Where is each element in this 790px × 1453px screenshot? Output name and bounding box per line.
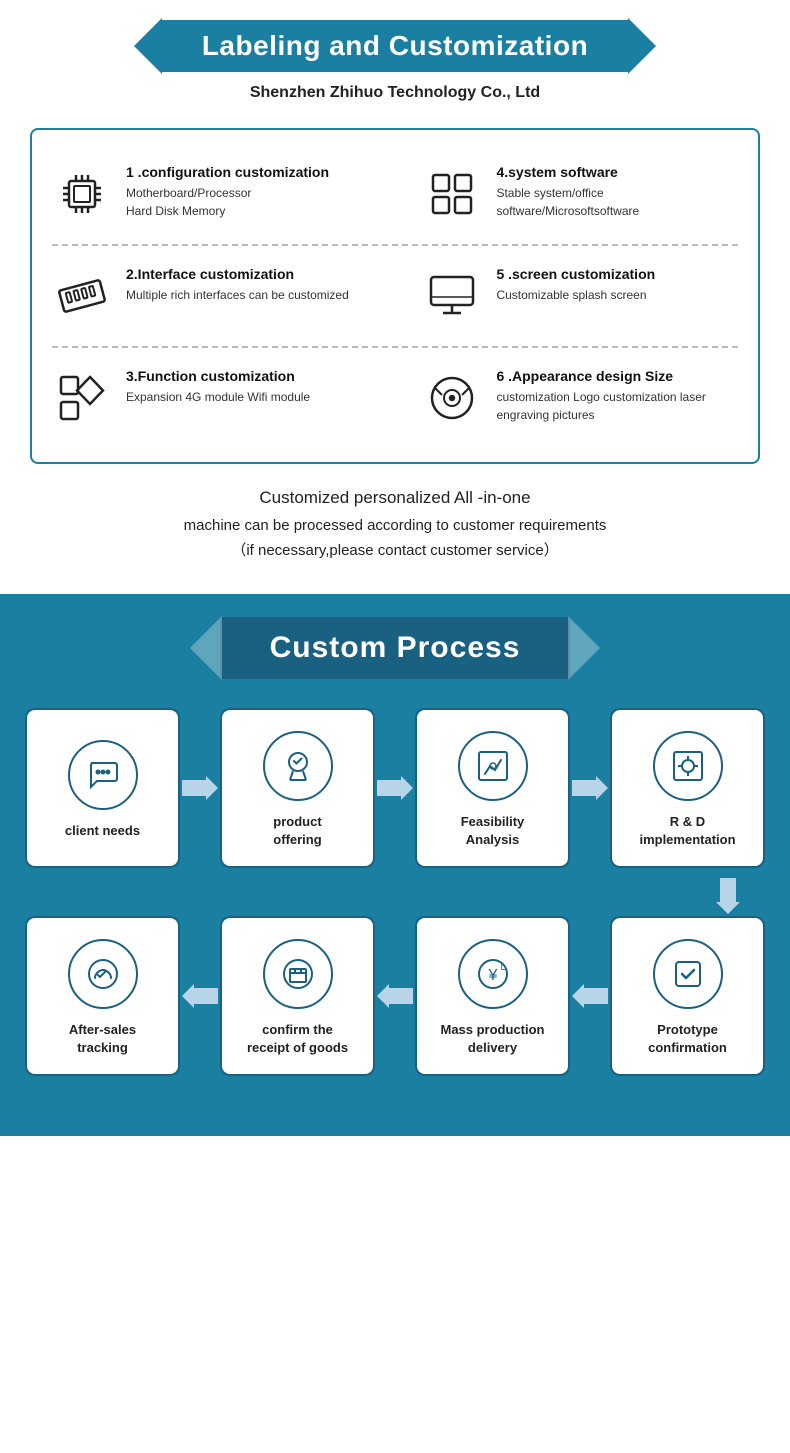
screen-title: 5 .screen customization: [496, 266, 655, 282]
process-title-box: Custom Process: [220, 617, 571, 679]
process-grid: client needs producto: [0, 698, 790, 1106]
product-label: productoffering: [273, 813, 321, 849]
prototype-label: Prototypeconfirmation: [648, 1021, 727, 1057]
hdd-icon: [422, 368, 482, 428]
custom-text-interface: 2.Interface customization Multiple rich …: [126, 266, 349, 304]
arrow-right-1: [180, 773, 220, 803]
page-title: Labeling and Customization: [202, 30, 588, 62]
custom-text-screen: 5 .screen customization Customizable spl…: [496, 266, 655, 304]
custom-text-system: 4.system software Stable system/office s…: [496, 164, 738, 220]
proc-diamond-right-icon: [568, 616, 600, 680]
box-icon: [263, 939, 333, 1009]
process-row-2: After-salestracking c: [20, 916, 770, 1076]
chat-icon: [68, 740, 138, 810]
system-title: 4.system software: [496, 164, 738, 180]
custom-row-3: 3.Function customization Expansion 4G mo…: [52, 346, 738, 438]
bottom-text: Customized personalized All -in-one mach…: [30, 484, 760, 564]
chart-icon: [458, 731, 528, 801]
svg-text:L: L: [500, 962, 505, 972]
process-title: Custom Process: [270, 631, 521, 665]
custom-text-function: 3.Function customization Expansion 4G mo…: [126, 368, 310, 406]
process-card-client: client needs: [25, 708, 180, 868]
feasibility-label: FeasibilityAnalysis: [461, 813, 525, 849]
custom-item-interface: 2.Interface customization Multiple rich …: [52, 266, 368, 326]
award-icon: [263, 731, 333, 801]
custom-item-system: 4.system software Stable system/office s…: [422, 164, 738, 224]
custom-item-appearance: 6 .Appearance design Size customization …: [422, 368, 738, 428]
arrow-down: [20, 878, 770, 914]
monitor-icon: [422, 266, 482, 326]
interface-desc: Multiple rich interfaces can be customiz…: [126, 286, 349, 304]
aftersales-label: After-salestracking: [69, 1021, 136, 1057]
apps-icon: [422, 164, 482, 224]
client-label: client needs: [65, 822, 140, 840]
arrow-right-2: [375, 773, 415, 803]
customization-box: 1 .configuration customization Motherboa…: [30, 128, 760, 464]
arrow-left-3: [570, 981, 610, 1011]
function-desc: Expansion 4G module Wifi module: [126, 388, 310, 406]
config-desc: Motherboard/ProcessorHard Disk Memory: [126, 184, 329, 220]
arrow-right-3: [570, 773, 610, 803]
svg-text:¥: ¥: [487, 967, 497, 984]
custom-text-config: 1 .configuration customization Motherboa…: [126, 164, 329, 220]
custom-item-screen: 5 .screen customization Customizable spl…: [422, 266, 738, 326]
custom-row-1: 1 .configuration customization Motherboa…: [52, 154, 738, 234]
process-card-rd: R & Dimplementation: [610, 708, 765, 868]
process-header: Custom Process: [0, 594, 790, 698]
custom-item-function: 3.Function customization Expansion 4G mo…: [52, 368, 368, 428]
receipt-label: confirm thereceipt of goods: [247, 1021, 348, 1057]
appearance-desc: customization Logo customization laser e…: [496, 388, 738, 424]
process-card-aftersales: After-salestracking: [25, 916, 180, 1076]
process-card-receipt: confirm thereceipt of goods: [220, 916, 375, 1076]
diamond-left-icon: [134, 18, 162, 74]
rd-label: R & Dimplementation: [639, 813, 735, 849]
header-subtitle: Shenzhen Zhihuo Technology Co., Ltd: [0, 84, 790, 102]
screen-desc: Customizable splash screen: [496, 286, 655, 304]
appearance-title: 6 .Appearance design Size: [496, 368, 738, 384]
interface-title: 2.Interface customization: [126, 266, 349, 282]
header-diamonds: Labeling and Customization: [0, 18, 790, 74]
settings-icon: [653, 731, 723, 801]
mass-label: Mass productiondelivery: [440, 1021, 544, 1057]
header-title-box: Labeling and Customization: [162, 20, 628, 72]
bottom-line3: （if necessary,please contact customer se…: [30, 538, 760, 564]
cpu-icon: [52, 164, 112, 224]
config-title: 1 .configuration customization: [126, 164, 329, 180]
custom-text-appearance: 6 .Appearance design Size customization …: [496, 368, 738, 424]
process-section: Custom Process client needs: [0, 594, 790, 1136]
ram-icon: [52, 266, 112, 326]
check-icon: [653, 939, 723, 1009]
bottom-line2: machine can be processed according to cu…: [30, 513, 760, 539]
modules-icon: [52, 368, 112, 428]
process-card-feasibility: FeasibilityAnalysis: [415, 708, 570, 868]
process-card-product: productoffering: [220, 708, 375, 868]
process-card-prototype: Prototypeconfirmation: [610, 916, 765, 1076]
process-card-mass: ¥ L Mass productiondelivery: [415, 916, 570, 1076]
proc-diamond-left-icon: [190, 616, 222, 680]
custom-item-config: 1 .configuration customization Motherboa…: [52, 164, 368, 224]
handshake-icon: [68, 939, 138, 1009]
header-section: Labeling and Customization Shenzhen Zhih…: [0, 0, 790, 128]
system-desc: Stable system/office software/Microsofts…: [496, 184, 738, 220]
custom-row-2: 2.Interface customization Multiple rich …: [52, 244, 738, 336]
bottom-line1: Customized personalized All -in-one: [30, 484, 760, 513]
diamond-right-icon: [628, 18, 656, 74]
arrow-left-1: [180, 981, 220, 1011]
function-title: 3.Function customization: [126, 368, 310, 384]
arrow-left-2: [375, 981, 415, 1011]
yen-icon: ¥ L: [458, 939, 528, 1009]
process-row-1: client needs producto: [20, 708, 770, 868]
